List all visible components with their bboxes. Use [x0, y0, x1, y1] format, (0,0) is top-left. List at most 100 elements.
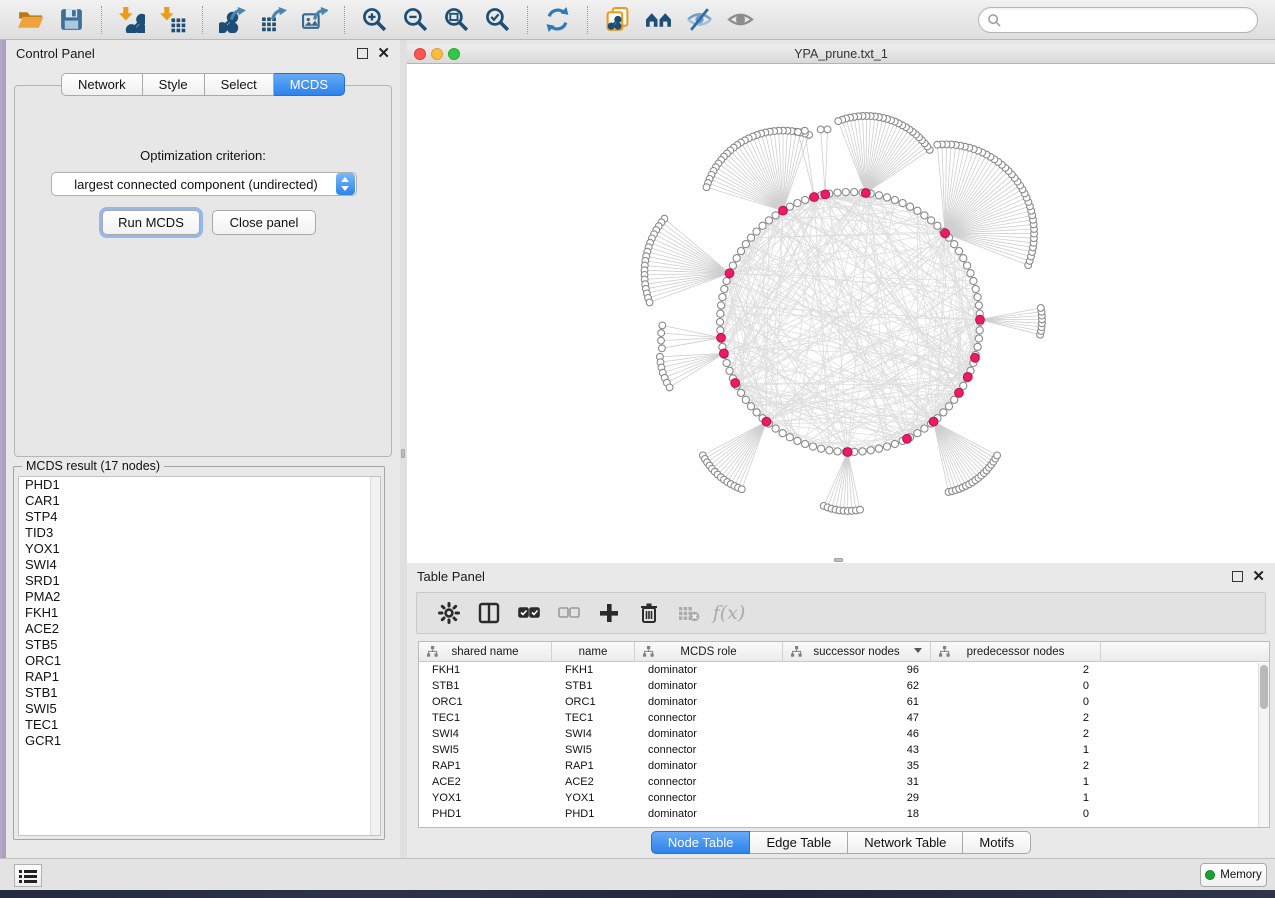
column-header-shared-name[interactable]: shared name — [419, 642, 552, 661]
save-session-button[interactable] — [51, 3, 92, 37]
close-table-panel-icon[interactable]: ✕ — [1252, 571, 1265, 582]
cell-predecessor-nodes: 2 — [931, 710, 1101, 726]
column-header-predecessor-nodes[interactable]: predecessor nodes — [931, 642, 1101, 661]
status-bar: Memory — [0, 858, 1275, 890]
select-all-button[interactable] — [509, 596, 549, 630]
network-window-titlebar[interactable]: YPA_prune.txt_1 — [407, 44, 1275, 64]
mcds-result-item[interactable]: STB1 — [19, 685, 380, 701]
mcds-result-item[interactable]: ACE2 — [19, 621, 380, 637]
float-table-panel-icon[interactable] — [1232, 571, 1243, 582]
mcds-result-item[interactable]: PMA2 — [19, 589, 380, 605]
search-input[interactable] — [1007, 9, 1251, 31]
table-row[interactable]: SWI4SWI4dominator462 — [419, 726, 1269, 742]
table-row[interactable]: ORC1ORC1dominator610 — [419, 694, 1269, 710]
mcds-result-item[interactable]: RAP1 — [19, 669, 380, 685]
column-header-name[interactable]: name — [552, 642, 635, 661]
criterion-dropdown[interactable]: largest connected component (undirected) — [51, 172, 357, 196]
memory-status-icon — [1205, 870, 1215, 880]
hide-selected-icon — [686, 6, 713, 33]
cell-successor-nodes: 18 — [783, 806, 931, 822]
clone-network-button[interactable] — [597, 3, 638, 37]
split-panel-button[interactable] — [469, 596, 509, 630]
zoom-in-button[interactable] — [354, 3, 395, 37]
tab-edge-table[interactable]: Edge Table — [750, 831, 848, 854]
mcds-result-item[interactable]: SWI5 — [19, 701, 380, 717]
first-neighbors-button[interactable] — [638, 3, 679, 37]
window-zoom-icon[interactable] — [448, 48, 460, 60]
table-row[interactable]: ACE2ACE2connector311 — [419, 774, 1269, 790]
import-table-button[interactable] — [152, 3, 193, 37]
table-scrollbar[interactable] — [1258, 663, 1269, 828]
show-all-icon — [727, 6, 754, 33]
tab-network-table[interactable]: Network Table — [848, 831, 963, 854]
column-header-MCDS-role[interactable]: MCDS role — [635, 642, 783, 661]
vertical-splitter[interactable] — [400, 40, 407, 858]
mcds-result-item[interactable]: SWI4 — [19, 557, 380, 573]
export-network-button[interactable] — [212, 3, 253, 37]
tab-network[interactable]: Network — [61, 73, 143, 96]
window-minimize-icon[interactable] — [431, 48, 443, 60]
cell-MCDS-role: dominator — [635, 726, 783, 742]
show-all-button[interactable] — [720, 3, 761, 37]
network-graph[interactable] — [407, 64, 1275, 563]
dropdown-stepper-icon — [336, 173, 355, 195]
tab-mcds[interactable]: MCDS — [274, 73, 345, 96]
mcds-result-item[interactable]: PHD1 — [19, 477, 380, 493]
apply-layout-button[interactable] — [537, 3, 578, 37]
close-panel-button[interactable]: Close panel — [212, 210, 316, 235]
cell-name: ORC1 — [552, 694, 635, 710]
delete-column-button[interactable] — [629, 596, 669, 630]
export-table-button[interactable] — [253, 3, 294, 37]
zoom-fit-icon — [443, 6, 470, 33]
add-column-button[interactable] — [589, 596, 629, 630]
open-file-button[interactable] — [10, 3, 51, 37]
table-row[interactable]: YOX1YOX1connector291 — [419, 790, 1269, 806]
mcds-result-item[interactable]: CAR1 — [19, 493, 380, 509]
window-close-icon[interactable] — [414, 48, 426, 60]
table-row[interactable]: FKH1FKH1dominator962 — [419, 662, 1269, 678]
mcds-result-item[interactable]: TID3 — [19, 525, 380, 541]
table-row[interactable]: STB1STB1dominator620 — [419, 678, 1269, 694]
close-panel-icon[interactable]: ✕ — [377, 48, 390, 59]
mcds-result-item[interactable]: STP4 — [19, 509, 380, 525]
delete-table-icon — [677, 601, 701, 625]
memory-button[interactable]: Memory — [1200, 863, 1267, 887]
horizontal-splitter-knob[interactable] — [834, 558, 843, 562]
mcds-result-item[interactable]: TEC1 — [19, 717, 380, 733]
mcds-result-item[interactable]: STB5 — [19, 637, 380, 653]
tab-select[interactable]: Select — [205, 73, 274, 96]
mcds-result-item[interactable]: ORC1 — [19, 653, 380, 669]
mcds-result-item[interactable]: FKH1 — [19, 605, 380, 621]
cell-successor-nodes: 43 — [783, 742, 931, 758]
table-row[interactable]: PHD1PHD1dominator180 — [419, 806, 1269, 822]
float-panel-icon[interactable] — [357, 48, 368, 59]
column-header-successor-nodes[interactable]: successor nodes — [783, 642, 931, 661]
memory-label: Memory — [1220, 869, 1262, 881]
zoom-fit-button[interactable] — [436, 3, 477, 37]
table-scrollbar-thumb[interactable] — [1260, 665, 1268, 709]
zoom-out-button[interactable] — [395, 3, 436, 37]
status-menu-button[interactable] — [14, 864, 42, 887]
cell-shared-name: YOX1 — [419, 790, 552, 806]
deselect-all-button[interactable] — [549, 596, 589, 630]
mcds-result-item[interactable]: YOX1 — [19, 541, 380, 557]
hide-selected-button[interactable] — [679, 3, 720, 37]
network-canvas[interactable] — [407, 64, 1275, 563]
import-network-button[interactable] — [111, 3, 152, 37]
table-options-button[interactable] — [429, 596, 469, 630]
node-table: shared namenameMCDS rolesuccessor nodesp… — [418, 641, 1270, 828]
table-row[interactable]: RAP1RAP1dominator352 — [419, 758, 1269, 774]
tab-motifs[interactable]: Motifs — [963, 831, 1031, 854]
run-mcds-button[interactable]: Run MCDS — [102, 210, 200, 235]
mcds-result-item[interactable]: SRD1 — [19, 573, 380, 589]
mcds-list-scrollbar[interactable] — [370, 477, 380, 835]
cell-name: TEC1 — [552, 710, 635, 726]
table-row[interactable]: TEC1TEC1connector472 — [419, 710, 1269, 726]
zoom-selected-button[interactable] — [477, 3, 518, 37]
table-row[interactable]: SWI5SWI5connector431 — [419, 742, 1269, 758]
mcds-result-list[interactable]: PHD1CAR1STP4TID3YOX1SWI4SRD1PMA2FKH1ACE2… — [18, 476, 381, 836]
tab-node-table[interactable]: Node Table — [651, 831, 751, 854]
tab-style[interactable]: Style — [143, 73, 205, 96]
mcds-result-item[interactable]: GCR1 — [19, 733, 380, 749]
export-image-button[interactable] — [294, 3, 335, 37]
